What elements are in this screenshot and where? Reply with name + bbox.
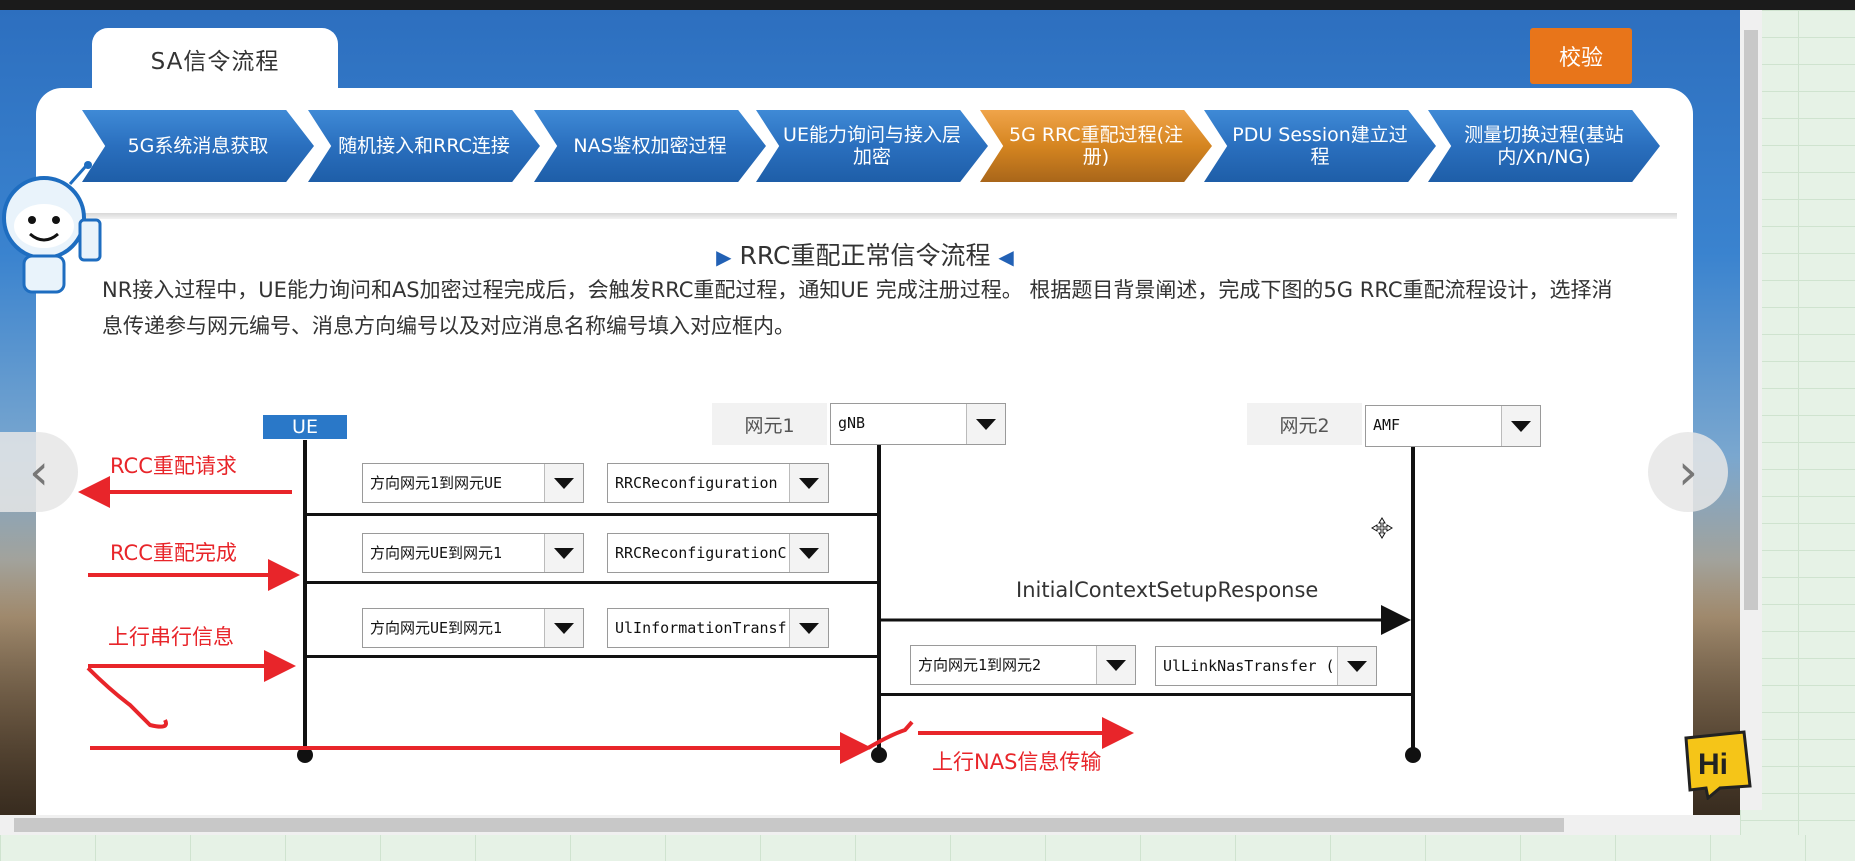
cursor-move-icon	[1371, 517, 1393, 539]
hi-mascot-icon[interactable]: Hi	[1680, 730, 1754, 800]
svg-text:Hi: Hi	[1698, 748, 1728, 781]
diagram-arrows	[78, 476, 1411, 764]
annotation-arrow	[866, 720, 914, 750]
annotation-arrow	[86, 666, 168, 729]
